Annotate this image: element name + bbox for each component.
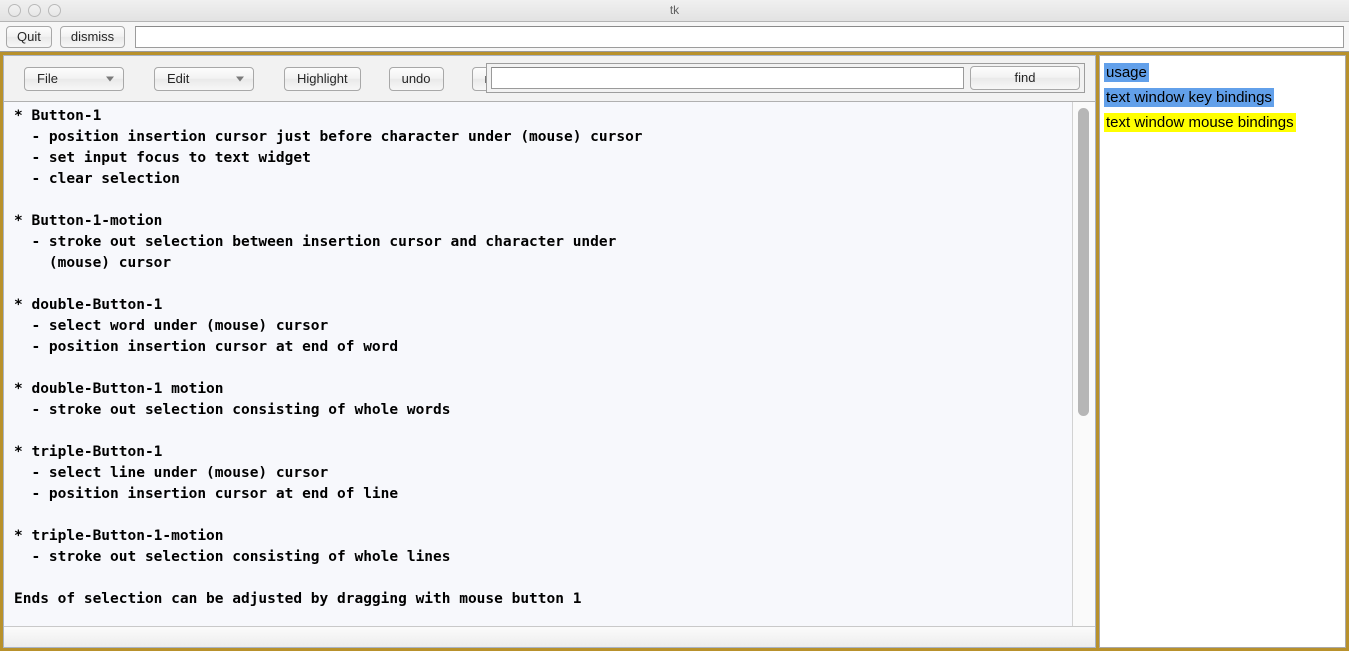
window-titlebar: tk (0, 0, 1349, 22)
find-group: find (486, 63, 1085, 93)
chevron-down-icon (106, 76, 114, 81)
editor-toolbar: File Edit Highlight undo redo find (4, 56, 1095, 102)
horizontal-scrollbar[interactable] (4, 626, 1095, 647)
topbar-entry-input[interactable] (135, 25, 1344, 48)
sidebar-item-usage[interactable]: usage (1100, 60, 1345, 85)
app-frame: File Edit Highlight undo redo find * But… (0, 52, 1349, 651)
left-panel: File Edit Highlight undo redo find * But… (3, 55, 1096, 648)
sidebar-item-label: usage (1104, 63, 1149, 82)
sidebar-item-text-window-key-bindings[interactable]: text window key bindings (1100, 85, 1345, 110)
main-text-content[interactable]: * Button-1 - position insertion cursor j… (4, 102, 1072, 626)
highlight-button[interactable]: Highlight (284, 66, 361, 91)
chevron-down-icon (236, 76, 244, 81)
right-panel: usage text window key bindings text wind… (1099, 55, 1346, 648)
sidebar-item-label: text window mouse bindings (1104, 113, 1296, 132)
sidebar-list: usage text window key bindings text wind… (1100, 56, 1345, 135)
search-input[interactable] (491, 67, 964, 89)
undo-button[interactable]: undo (388, 66, 444, 91)
file-menu-button[interactable]: File (24, 66, 124, 91)
file-menu-label: File (37, 70, 58, 86)
vertical-scrollbar-thumb[interactable] (1078, 108, 1089, 416)
quit-button[interactable]: Quit (6, 25, 52, 48)
find-button[interactable]: find (970, 66, 1080, 90)
sidebar-item-label: text window key bindings (1104, 88, 1274, 107)
vertical-scrollbar[interactable] (1072, 102, 1095, 626)
edit-menu-button[interactable]: Edit (154, 66, 254, 91)
edit-menu-label: Edit (167, 70, 190, 86)
sidebar-item-text-window-mouse-bindings[interactable]: text window mouse bindings (1100, 110, 1345, 135)
text-area-wrap: * Button-1 - position insertion cursor j… (4, 102, 1095, 626)
window-title: tk (669, 3, 680, 17)
top-command-bar: Quit dismiss (0, 22, 1349, 52)
dismiss-button[interactable]: dismiss (59, 25, 126, 48)
